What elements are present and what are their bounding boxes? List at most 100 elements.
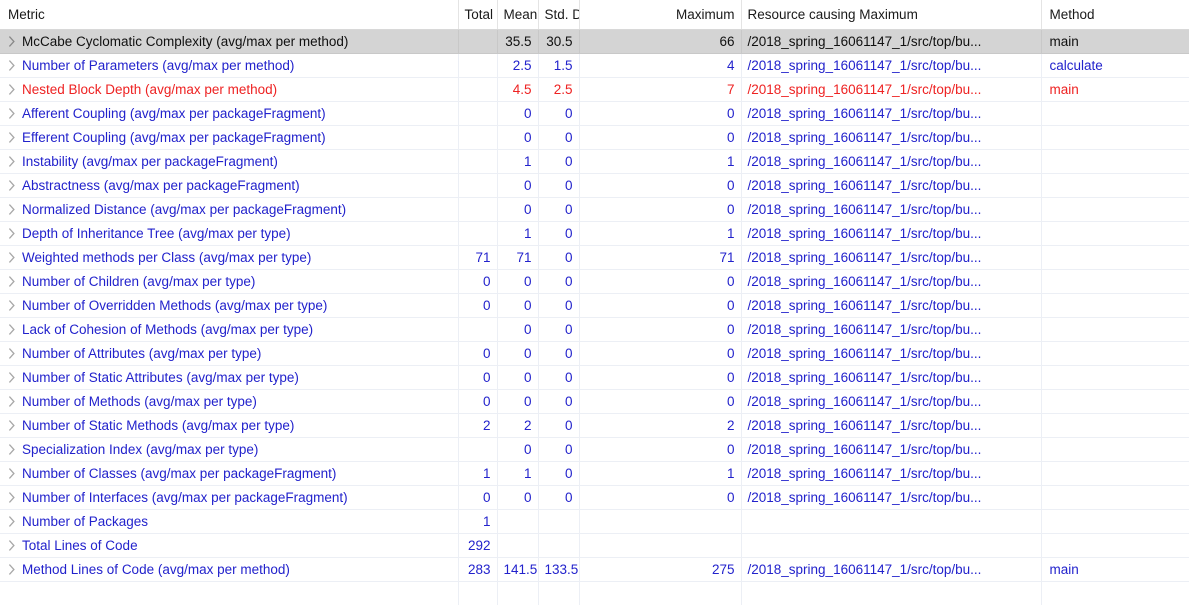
chevron-right-icon[interactable] bbox=[0, 348, 22, 359]
table-row[interactable]: Number of Static Methods (avg/max per ty… bbox=[0, 414, 1189, 438]
metric-name-cell[interactable]: Number of Static Attributes (avg/max per… bbox=[0, 366, 458, 390]
table-row[interactable]: Lack of Cohesion of Methods (avg/max per… bbox=[0, 318, 1189, 342]
metric-label: Number of Attributes (avg/max per type) bbox=[22, 342, 261, 365]
column-header-std-dev[interactable]: Std. Dev. bbox=[538, 0, 579, 30]
metric-name-cell[interactable]: Depth of Inheritance Tree (avg/max per t… bbox=[0, 222, 458, 246]
chevron-right-icon[interactable] bbox=[0, 156, 22, 167]
chevron-right-icon[interactable] bbox=[0, 132, 22, 143]
metric-label: Method Lines of Code (avg/max per method… bbox=[22, 558, 290, 581]
maximum-cell: 0 bbox=[579, 126, 741, 150]
metric-name-cell[interactable]: Number of Static Methods (avg/max per ty… bbox=[0, 414, 458, 438]
table-row[interactable]: Total Lines of Code292 bbox=[0, 534, 1189, 558]
chevron-right-icon[interactable] bbox=[0, 276, 22, 287]
metric-name-cell[interactable]: Lack of Cohesion of Methods (avg/max per… bbox=[0, 318, 458, 342]
table-row[interactable]: Depth of Inheritance Tree (avg/max per t… bbox=[0, 222, 1189, 246]
metric-name-cell[interactable]: Nested Block Depth (avg/max per method) bbox=[0, 78, 458, 102]
method-cell: main bbox=[1041, 558, 1189, 582]
metric-name-cell[interactable]: Abstractness (avg/max per packageFragmen… bbox=[0, 174, 458, 198]
metric-name-wrapper: Number of Packages bbox=[0, 510, 452, 533]
chevron-right-icon[interactable] bbox=[0, 300, 22, 311]
total-cell: 0 bbox=[458, 366, 497, 390]
column-header-resource[interactable]: Resource causing Maximum bbox=[741, 0, 1041, 30]
mean-cell: 1 bbox=[497, 222, 538, 246]
table-row[interactable]: Weighted methods per Class (avg/max per … bbox=[0, 246, 1189, 270]
table-row[interactable]: Efferent Coupling (avg/max per packageFr… bbox=[0, 126, 1189, 150]
metric-name-cell[interactable]: Afferent Coupling (avg/max per packageFr… bbox=[0, 102, 458, 126]
metric-name-cell[interactable]: Number of Interfaces (avg/max per packag… bbox=[0, 486, 458, 510]
chevron-right-icon[interactable] bbox=[0, 372, 22, 383]
column-header-metric[interactable]: Metric bbox=[0, 0, 458, 30]
chevron-right-icon[interactable] bbox=[0, 540, 22, 551]
table-row[interactable]: Nested Block Depth (avg/max per method)4… bbox=[0, 78, 1189, 102]
method-cell bbox=[1041, 462, 1189, 486]
chevron-right-icon[interactable] bbox=[0, 204, 22, 215]
table-row[interactable]: Number of Children (avg/max per type)000… bbox=[0, 270, 1189, 294]
metric-name-cell[interactable]: Number of Children (avg/max per type) bbox=[0, 270, 458, 294]
metric-name-cell[interactable]: Number of Methods (avg/max per type) bbox=[0, 390, 458, 414]
metric-name-cell[interactable]: Total Lines of Code bbox=[0, 534, 458, 558]
metric-name-cell[interactable]: Specialization Index (avg/max per type) bbox=[0, 438, 458, 462]
table-row[interactable]: Number of Parameters (avg/max per method… bbox=[0, 54, 1189, 78]
std-dev-cell: 0 bbox=[538, 102, 579, 126]
column-header-maximum[interactable]: Maximum bbox=[579, 0, 741, 30]
chevron-right-icon[interactable] bbox=[0, 396, 22, 407]
resource-cell: /2018_spring_16061147_1/src/top/bu... bbox=[741, 102, 1041, 126]
metric-name-cell[interactable]: Weighted methods per Class (avg/max per … bbox=[0, 246, 458, 270]
chevron-right-icon[interactable] bbox=[0, 180, 22, 191]
metric-name-wrapper: Lack of Cohesion of Methods (avg/max per… bbox=[0, 318, 452, 341]
chevron-right-icon[interactable] bbox=[0, 516, 22, 527]
table-row[interactable]: Normalized Distance (avg/max per package… bbox=[0, 198, 1189, 222]
metric-name-cell[interactable]: Number of Packages bbox=[0, 510, 458, 534]
chevron-right-icon[interactable] bbox=[0, 444, 22, 455]
table-row[interactable]: Specialization Index (avg/max per type)0… bbox=[0, 438, 1189, 462]
total-cell: 1 bbox=[458, 510, 497, 534]
chevron-right-icon[interactable] bbox=[0, 468, 22, 479]
chevron-right-icon[interactable] bbox=[0, 228, 22, 239]
table-row[interactable]: Number of Methods (avg/max per type)0000… bbox=[0, 390, 1189, 414]
table-row[interactable]: Number of Classes (avg/max per packageFr… bbox=[0, 462, 1189, 486]
table-row[interactable]: Method Lines of Code (avg/max per method… bbox=[0, 558, 1189, 582]
table-row[interactable]: Afferent Coupling (avg/max per packageFr… bbox=[0, 102, 1189, 126]
total-cell bbox=[458, 78, 497, 102]
column-header-mean[interactable]: Mean bbox=[497, 0, 538, 30]
metric-name-cell[interactable]: Number of Classes (avg/max per packageFr… bbox=[0, 462, 458, 486]
metric-name-cell[interactable]: Instability (avg/max per packageFragment… bbox=[0, 150, 458, 174]
column-header-method[interactable]: Method bbox=[1041, 0, 1189, 30]
mean-cell: 0 bbox=[497, 294, 538, 318]
metric-name-cell[interactable]: Number of Overridden Methods (avg/max pe… bbox=[0, 294, 458, 318]
chevron-right-icon[interactable] bbox=[0, 108, 22, 119]
chevron-right-icon[interactable] bbox=[0, 324, 22, 335]
table-row[interactable]: Abstractness (avg/max per packageFragmen… bbox=[0, 174, 1189, 198]
chevron-right-icon[interactable] bbox=[0, 564, 22, 575]
metric-name-cell[interactable]: Method Lines of Code (avg/max per method… bbox=[0, 558, 458, 582]
resource-cell: /2018_spring_16061147_1/src/top/bu... bbox=[741, 222, 1041, 246]
chevron-right-icon[interactable] bbox=[0, 84, 22, 95]
metric-name-cell[interactable]: Number of Attributes (avg/max per type) bbox=[0, 342, 458, 366]
table-row[interactable]: McCabe Cyclomatic Complexity (avg/max pe… bbox=[0, 30, 1189, 54]
table-row[interactable]: Instability (avg/max per packageFragment… bbox=[0, 150, 1189, 174]
total-cell: 0 bbox=[458, 486, 497, 510]
metric-name-cell[interactable]: McCabe Cyclomatic Complexity (avg/max pe… bbox=[0, 30, 458, 54]
chevron-right-icon[interactable] bbox=[0, 60, 22, 71]
maximum-cell: 66 bbox=[579, 30, 741, 54]
std-dev-cell: 0 bbox=[538, 318, 579, 342]
metric-name-cell[interactable]: Efferent Coupling (avg/max per packageFr… bbox=[0, 126, 458, 150]
table-row[interactable]: Number of Overridden Methods (avg/max pe… bbox=[0, 294, 1189, 318]
chevron-right-icon[interactable] bbox=[0, 252, 22, 263]
chevron-right-icon[interactable] bbox=[0, 36, 22, 47]
total-cell: 1 bbox=[458, 462, 497, 486]
std-dev-cell: 0 bbox=[538, 414, 579, 438]
metric-name-cell[interactable]: Normalized Distance (avg/max per package… bbox=[0, 198, 458, 222]
column-header-total[interactable]: Total bbox=[458, 0, 497, 30]
metric-name-wrapper: McCabe Cyclomatic Complexity (avg/max pe… bbox=[0, 30, 452, 53]
total-cell bbox=[458, 102, 497, 126]
table-row[interactable]: Number of Attributes (avg/max per type)0… bbox=[0, 342, 1189, 366]
metric-name-cell[interactable]: Number of Parameters (avg/max per method… bbox=[0, 54, 458, 78]
table-row[interactable]: Number of Interfaces (avg/max per packag… bbox=[0, 486, 1189, 510]
table-row[interactable]: Number of Static Attributes (avg/max per… bbox=[0, 366, 1189, 390]
std-dev-cell: 0 bbox=[538, 198, 579, 222]
method-cell bbox=[1041, 486, 1189, 510]
table-row[interactable]: Number of Packages 1 bbox=[0, 510, 1189, 534]
chevron-right-icon[interactable] bbox=[0, 420, 22, 431]
chevron-right-icon[interactable] bbox=[0, 492, 22, 503]
